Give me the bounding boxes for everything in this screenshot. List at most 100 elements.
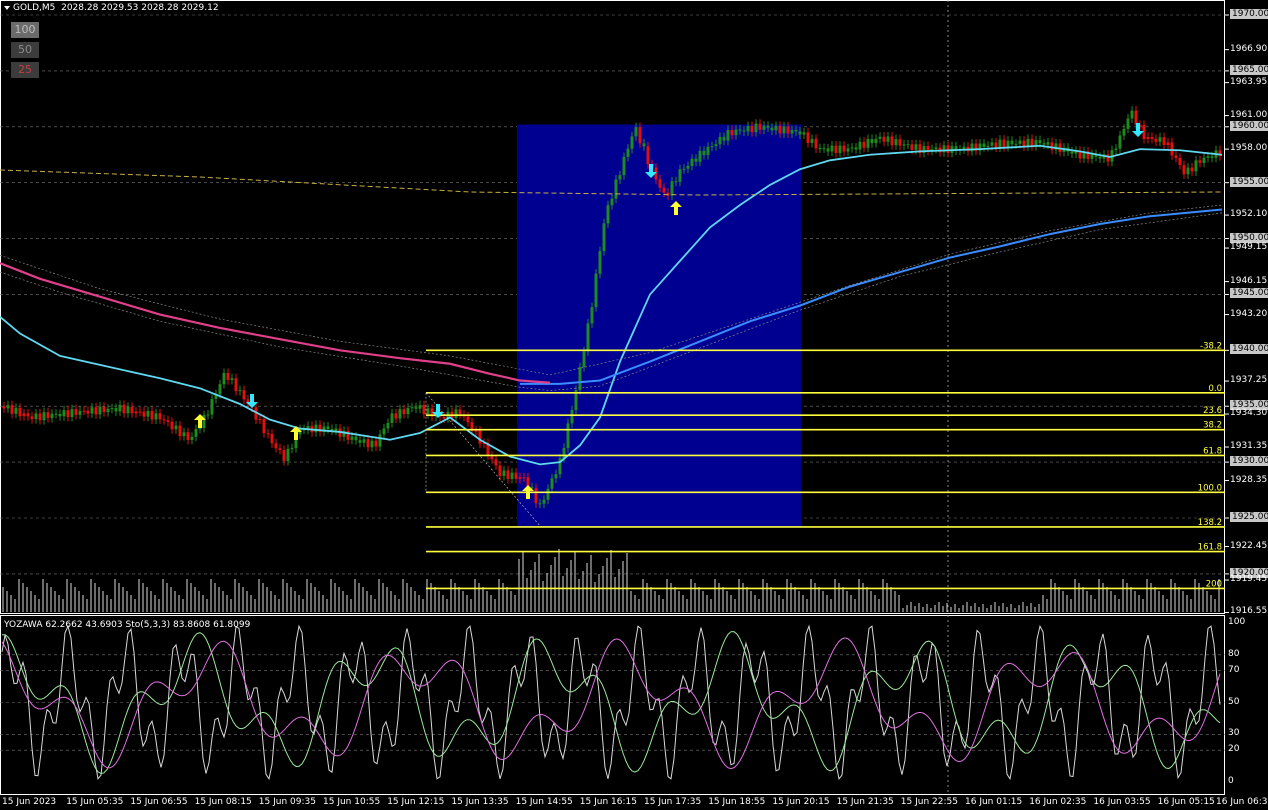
fib-label: 100.0 — [1198, 483, 1222, 493]
candle-body — [6, 405, 10, 409]
candle-body — [990, 142, 994, 146]
price-axis-label: 1949.15 — [1230, 242, 1268, 253]
time-axis-label: 15 Jun 10:55 — [323, 797, 381, 807]
oscillator-chart[interactable] — [0, 615, 1268, 795]
candle-body — [670, 181, 674, 196]
candle-body — [426, 408, 430, 415]
time-axis-label: 15 Jun 22:55 — [900, 797, 958, 807]
candle-body — [886, 136, 890, 142]
candle-body — [586, 323, 590, 352]
price-axis-label: 1925.00 — [1230, 512, 1268, 522]
candle-body — [842, 145, 846, 152]
time-axis-label: 15 Jun 08:15 — [194, 797, 252, 807]
fib-label: 0.0 — [1208, 384, 1222, 394]
candle-body — [986, 145, 990, 148]
candle-body — [454, 409, 458, 418]
price-chart[interactable]: -38.2 0.0 23.6 38.2 61.8 100.0 138.2 161.8 200 — [0, 0, 1268, 615]
candle-body — [406, 407, 410, 415]
candle-body — [114, 408, 118, 412]
candle-body — [998, 139, 1002, 148]
candle-body — [178, 425, 182, 437]
candle-body — [390, 413, 394, 423]
fib-label: -38.2 — [1200, 341, 1222, 351]
candle-body — [698, 150, 702, 162]
oscillator-axis-label: 50 — [1228, 696, 1240, 707]
candle-body — [166, 420, 170, 422]
candle-body — [506, 470, 510, 479]
candle-body — [682, 168, 686, 170]
candle-body — [50, 413, 54, 419]
candle-body — [194, 429, 198, 437]
candle-body — [38, 413, 42, 421]
candle-body — [782, 126, 786, 134]
level-button-100[interactable]: 100 — [11, 22, 39, 38]
candle-body — [286, 448, 290, 462]
candle-body — [122, 404, 126, 414]
fib-label: 23.6 — [1203, 406, 1222, 416]
candle-body — [870, 139, 874, 144]
candle-body — [822, 148, 826, 150]
candle-body — [878, 136, 882, 139]
candle-body — [790, 129, 794, 134]
candle-body — [442, 416, 446, 419]
candle-body — [238, 390, 242, 392]
candle-body — [1030, 138, 1034, 147]
collapse-triangle-icon[interactable] — [4, 5, 10, 10]
oscillator-axis-label: 30 — [1228, 728, 1240, 739]
candle-body — [594, 273, 598, 308]
time-axis-label: 15 Jun 20:15 — [772, 797, 830, 807]
time-axis-label: 15 Jun 06:55 — [130, 797, 188, 807]
candle-body — [422, 405, 426, 415]
time-axis: 15 Jun 2023 15 Jun 05:35 15 Jun 06:55 15 Ju… — [0, 795, 1268, 810]
candle-body — [866, 139, 870, 148]
candle-body — [274, 443, 278, 449]
candle-body — [190, 436, 194, 440]
candle-body — [638, 127, 642, 144]
candle-body — [258, 419, 262, 421]
candle-body — [266, 433, 270, 435]
candle-body — [94, 407, 98, 415]
candle-body — [514, 472, 518, 479]
oscillator-axis-label: 80 — [1228, 648, 1240, 659]
candle-body — [602, 223, 606, 252]
candle-body — [722, 136, 726, 141]
candle-body — [826, 148, 830, 152]
time-axis-label: 15 Jun 14:55 — [515, 797, 573, 807]
price-axis-label: 1955.00 — [1230, 176, 1268, 187]
level-button-50[interactable]: 50 — [11, 42, 39, 58]
ma-long-line — [0, 262, 551, 384]
candle-body — [754, 123, 758, 133]
candle-body — [982, 143, 986, 148]
candle-body — [282, 449, 286, 462]
candle-body — [26, 413, 30, 417]
candle-body — [370, 440, 374, 448]
candle-body — [22, 413, 26, 417]
candle-body — [382, 428, 386, 435]
candle-body — [170, 421, 174, 430]
symbol-name: GOLD,M5 — [13, 3, 56, 13]
candle-body — [1038, 140, 1042, 144]
candle-body — [810, 138, 814, 143]
price-axis-label: 1919.45 — [1230, 574, 1268, 585]
candle-body — [590, 307, 594, 324]
level-button-25[interactable]: 25 — [11, 62, 39, 78]
candle-body — [242, 390, 246, 400]
candle-body — [1026, 138, 1030, 147]
candle-body — [90, 407, 94, 414]
candle-body — [378, 434, 382, 447]
candle-body — [222, 372, 226, 385]
candle-body — [814, 138, 818, 149]
candle-body — [46, 412, 50, 419]
candle-body — [746, 125, 750, 132]
candle-body — [154, 413, 158, 420]
price-axis-label: 1943.20 — [1230, 308, 1268, 319]
candle-body — [110, 408, 114, 410]
candle-body — [598, 251, 602, 274]
candle-body — [118, 404, 122, 412]
candle-body — [402, 409, 406, 415]
candle-body — [70, 409, 74, 418]
time-axis-label: 15 Jun 12:15 — [387, 797, 445, 807]
candle-body — [694, 158, 698, 162]
candle-body — [1170, 142, 1174, 156]
candle-body — [350, 436, 354, 440]
